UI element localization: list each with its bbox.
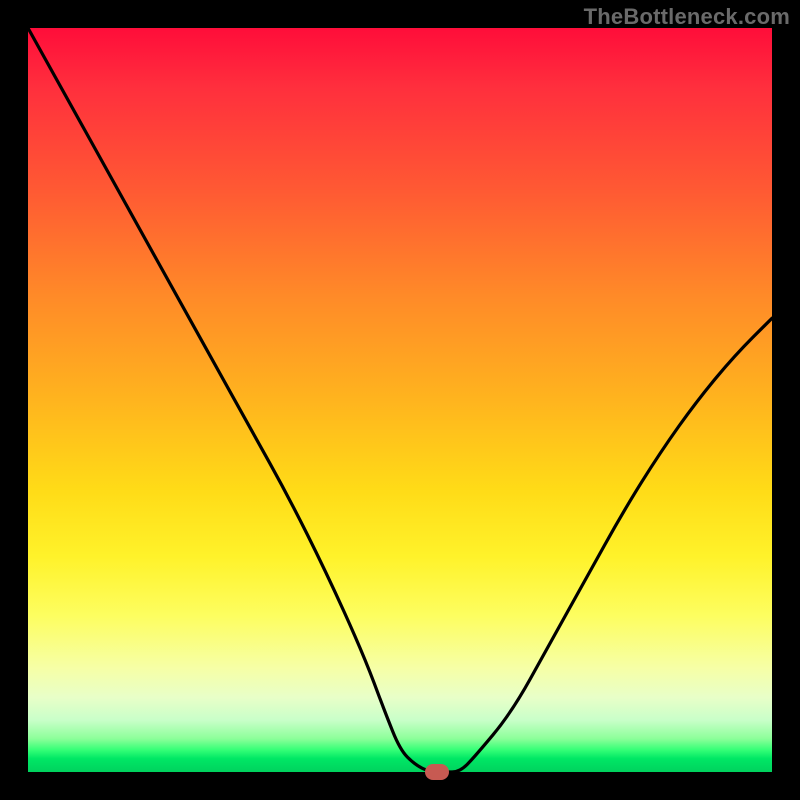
min-marker <box>425 764 449 780</box>
watermark-text: TheBottleneck.com <box>584 4 790 30</box>
bottleneck-curve <box>28 28 772 772</box>
chart-plot-area <box>28 28 772 772</box>
chart-frame: TheBottleneck.com <box>0 0 800 800</box>
